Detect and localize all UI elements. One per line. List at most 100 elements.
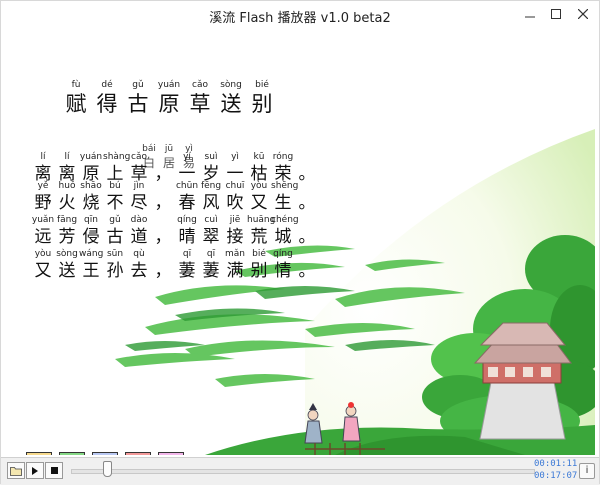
character: 孙 xyxy=(106,261,124,281)
poem-character: huǒ 火 xyxy=(55,181,79,214)
poem-character: 。 xyxy=(295,249,319,282)
pinyin: yě xyxy=(37,181,49,191)
poem-character: bié 别 xyxy=(247,249,271,282)
pinyin: yuán xyxy=(79,152,103,162)
poem-character: qīn 侵 xyxy=(79,215,103,248)
window-title: 溪流 Flash 播放器 v1.0 beta2 xyxy=(209,11,391,26)
poem-character: 。 xyxy=(295,215,319,248)
title-character: gǔ 古 xyxy=(123,79,153,118)
circle-icon xyxy=(60,453,84,455)
character: 萋 xyxy=(178,261,196,281)
maximize-button[interactable] xyxy=(543,5,569,23)
pinyin: gǔ xyxy=(132,80,144,90)
character: 吹 xyxy=(226,193,244,213)
pinyin: qīn xyxy=(84,215,98,225)
elapsed-time: 00:01:11 xyxy=(534,459,578,469)
poem-character: yě 野 xyxy=(31,181,55,214)
pinyin: kū xyxy=(253,152,265,162)
pinyin: dé xyxy=(101,80,113,90)
poem-character: ， xyxy=(151,249,175,282)
flash-stage[interactable]: fù 赋 dé 得 gǔ 古 yuán 原 cǎo 草 sòng 送 bié 别 bái 白 jū 居 yì 易 l… xyxy=(5,29,595,455)
character: 生 xyxy=(274,193,292,213)
pinyin xyxy=(151,181,175,192)
character: 荒 xyxy=(250,227,268,247)
pinyin: lí xyxy=(40,152,46,162)
poem-character: sūn 孙 xyxy=(103,249,127,282)
character: 又 xyxy=(250,193,268,213)
play-button[interactable] xyxy=(26,462,44,479)
character: 晴 xyxy=(178,227,196,247)
pinyin: yì xyxy=(231,152,239,162)
character: ， xyxy=(154,261,172,281)
pinyin: qī xyxy=(182,249,192,259)
pinyin: lí xyxy=(64,152,70,162)
character: 王 xyxy=(82,261,100,281)
pinyin: róng xyxy=(272,152,294,162)
character: 火 xyxy=(58,193,76,213)
pinyin: cuì xyxy=(204,215,218,225)
title-character: yuán 原 xyxy=(154,79,184,118)
pinyin: sòng xyxy=(220,80,242,90)
character: 。 xyxy=(298,193,316,213)
open-file-button[interactable] xyxy=(7,462,25,479)
character: 尽 xyxy=(130,193,148,213)
character: 野 xyxy=(34,193,52,213)
poem-character: fāng 芳 xyxy=(55,215,79,248)
down-triangle-button[interactable] xyxy=(158,452,184,455)
poem-character: qù 去 xyxy=(127,249,151,282)
character: ， xyxy=(154,227,172,247)
character: 又 xyxy=(34,261,52,281)
square-icon xyxy=(126,453,150,455)
pinyin: bié xyxy=(252,249,266,259)
info-button[interactable]: i xyxy=(579,463,595,479)
title-character: bié 别 xyxy=(247,79,277,118)
down-triangle-icon xyxy=(159,453,183,455)
poem-character: jiē 接 xyxy=(223,215,247,248)
character: 情 xyxy=(274,261,292,281)
character: ， xyxy=(154,193,172,213)
seek-thumb[interactable] xyxy=(102,461,112,477)
pinyin: wáng xyxy=(79,249,104,259)
poem-character: yòu 又 xyxy=(31,249,55,282)
pinyin: qíng xyxy=(273,249,293,259)
pinyin xyxy=(151,215,175,226)
title-character: dé 得 xyxy=(92,79,122,118)
close-button[interactable] xyxy=(569,5,597,23)
pinyin xyxy=(151,152,175,163)
poem-character: sòng 送 xyxy=(55,249,79,282)
circle-button[interactable] xyxy=(59,452,85,455)
pinyin: mǎn xyxy=(225,249,245,259)
character: 草 xyxy=(189,92,211,116)
pavilion xyxy=(473,322,572,440)
total-time: 00:17:07 xyxy=(534,471,578,481)
square-button[interactable] xyxy=(125,452,151,455)
character: 接 xyxy=(226,227,244,247)
pinyin xyxy=(295,215,319,226)
pinyin: qù xyxy=(133,249,145,259)
play-triangle-button[interactable] xyxy=(92,452,118,455)
title-bar: 溪流 Flash 播放器 v1.0 beta2 xyxy=(1,1,599,29)
pinyin: yí xyxy=(183,152,191,162)
poem-character: yòu 又 xyxy=(247,181,271,214)
triangle-button[interactable] xyxy=(26,452,52,455)
pinyin: yuǎn xyxy=(31,215,55,225)
pinyin: bú xyxy=(109,181,121,191)
pinyin: qíng xyxy=(177,215,197,225)
character: 侵 xyxy=(82,227,100,247)
pinyin xyxy=(295,181,319,192)
pinyin: chéng xyxy=(271,215,299,225)
poem-character: shēng 生 xyxy=(271,181,298,214)
folder-open-icon xyxy=(10,466,22,476)
character: 道 xyxy=(130,227,148,247)
pinyin: gǔ xyxy=(109,215,121,225)
poem-character: jìn 尽 xyxy=(127,181,151,214)
pinyin: fēng xyxy=(200,181,222,191)
seek-track[interactable] xyxy=(71,469,535,474)
pinyin: chūn xyxy=(175,181,199,191)
character: 古 xyxy=(127,92,149,116)
app-window: 溪流 Flash 播放器 v1.0 beta2 fù 赋 dé 得 gǔ 古 y… xyxy=(0,0,600,485)
minimize-button[interactable] xyxy=(517,5,543,23)
stop-button[interactable] xyxy=(45,462,63,479)
pinyin xyxy=(151,249,175,260)
pinyin xyxy=(295,249,319,260)
